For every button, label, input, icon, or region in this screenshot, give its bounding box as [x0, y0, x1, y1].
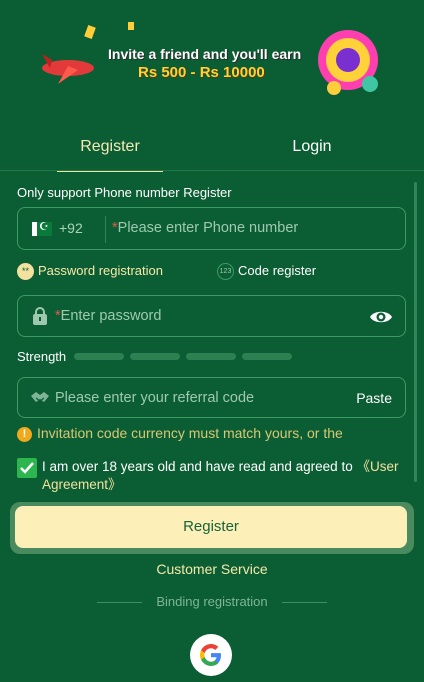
tab-divider: [0, 170, 424, 171]
tab-login[interactable]: Login: [262, 130, 362, 170]
agreement-checkbox[interactable]: [17, 458, 37, 478]
register-button-frame: Register: [10, 502, 414, 554]
strength-bar-segment: [74, 353, 124, 360]
customer-service-link[interactable]: Customer Service: [0, 561, 424, 577]
register-button[interactable]: Register: [15, 506, 407, 548]
banner-reward-range: Rs 500 - Rs 10000: [138, 64, 265, 81]
phone-placeholder: *Please enter Phone number: [112, 220, 298, 236]
referral-placeholder: Please enter your referral code: [55, 390, 255, 406]
password-placeholder: *Enter password: [55, 308, 161, 324]
pakistan-flag-icon: [32, 220, 52, 236]
currency-warning-text: Invitation code currency must match your…: [37, 425, 343, 441]
agreement-statement: I am over 18 years old and have read and…: [42, 459, 357, 474]
show-password-eye-icon[interactable]: [369, 308, 393, 326]
referral-code-field[interactable]: Please enter your referral code Paste: [17, 377, 406, 418]
password-registration-option[interactable]: ** Password registration: [17, 263, 163, 281]
code-option-icon: 123: [217, 263, 234, 281]
phone-field[interactable]: +92 *Please enter Phone number: [17, 207, 406, 250]
age-agreement: I am over 18 years old and have read and…: [17, 458, 407, 494]
phone-support-hint: Only support Phone number Register: [17, 185, 232, 200]
password-registration-label: Password registration: [38, 263, 163, 278]
checkmark-icon: [20, 462, 34, 474]
tab-register[interactable]: Register: [57, 130, 163, 172]
banner-headline: Invite a friend and you'll earn: [108, 46, 302, 62]
strength-bar-segment: [186, 353, 236, 360]
agreement-text: I am over 18 years old and have read and…: [42, 458, 407, 494]
google-icon: [200, 644, 221, 666]
currency-warning: ! Invitation code currency must match you…: [17, 425, 343, 442]
google-login-button[interactable]: [190, 634, 232, 676]
invite-banner[interactable]: Invite a friend and you'll earn Rs 500 -…: [38, 18, 388, 102]
strength-label: Strength: [17, 349, 67, 364]
strength-bar-segment: [242, 353, 292, 360]
binding-registration-label: Binding registration: [156, 594, 268, 609]
phone-placeholder-text: Please enter Phone number: [117, 220, 299, 236]
code-register-label: Code register: [238, 263, 317, 278]
lock-icon: [33, 307, 47, 325]
password-option-icon: **: [17, 263, 34, 281]
handshake-icon: [31, 392, 49, 402]
password-placeholder-text: Enter password: [60, 308, 162, 324]
country-code[interactable]: +92: [59, 220, 83, 236]
warning-icon: !: [17, 426, 32, 442]
paste-button[interactable]: Paste: [356, 390, 392, 406]
auth-tabs: Register Login: [0, 130, 424, 172]
divider-line-right: [282, 602, 327, 603]
code-register-option[interactable]: 123 Code register: [217, 263, 317, 281]
scrollbar[interactable]: [414, 182, 417, 482]
field-divider: [105, 216, 106, 243]
password-field[interactable]: *Enter password: [17, 295, 406, 337]
strength-bar-segment: [130, 353, 180, 360]
